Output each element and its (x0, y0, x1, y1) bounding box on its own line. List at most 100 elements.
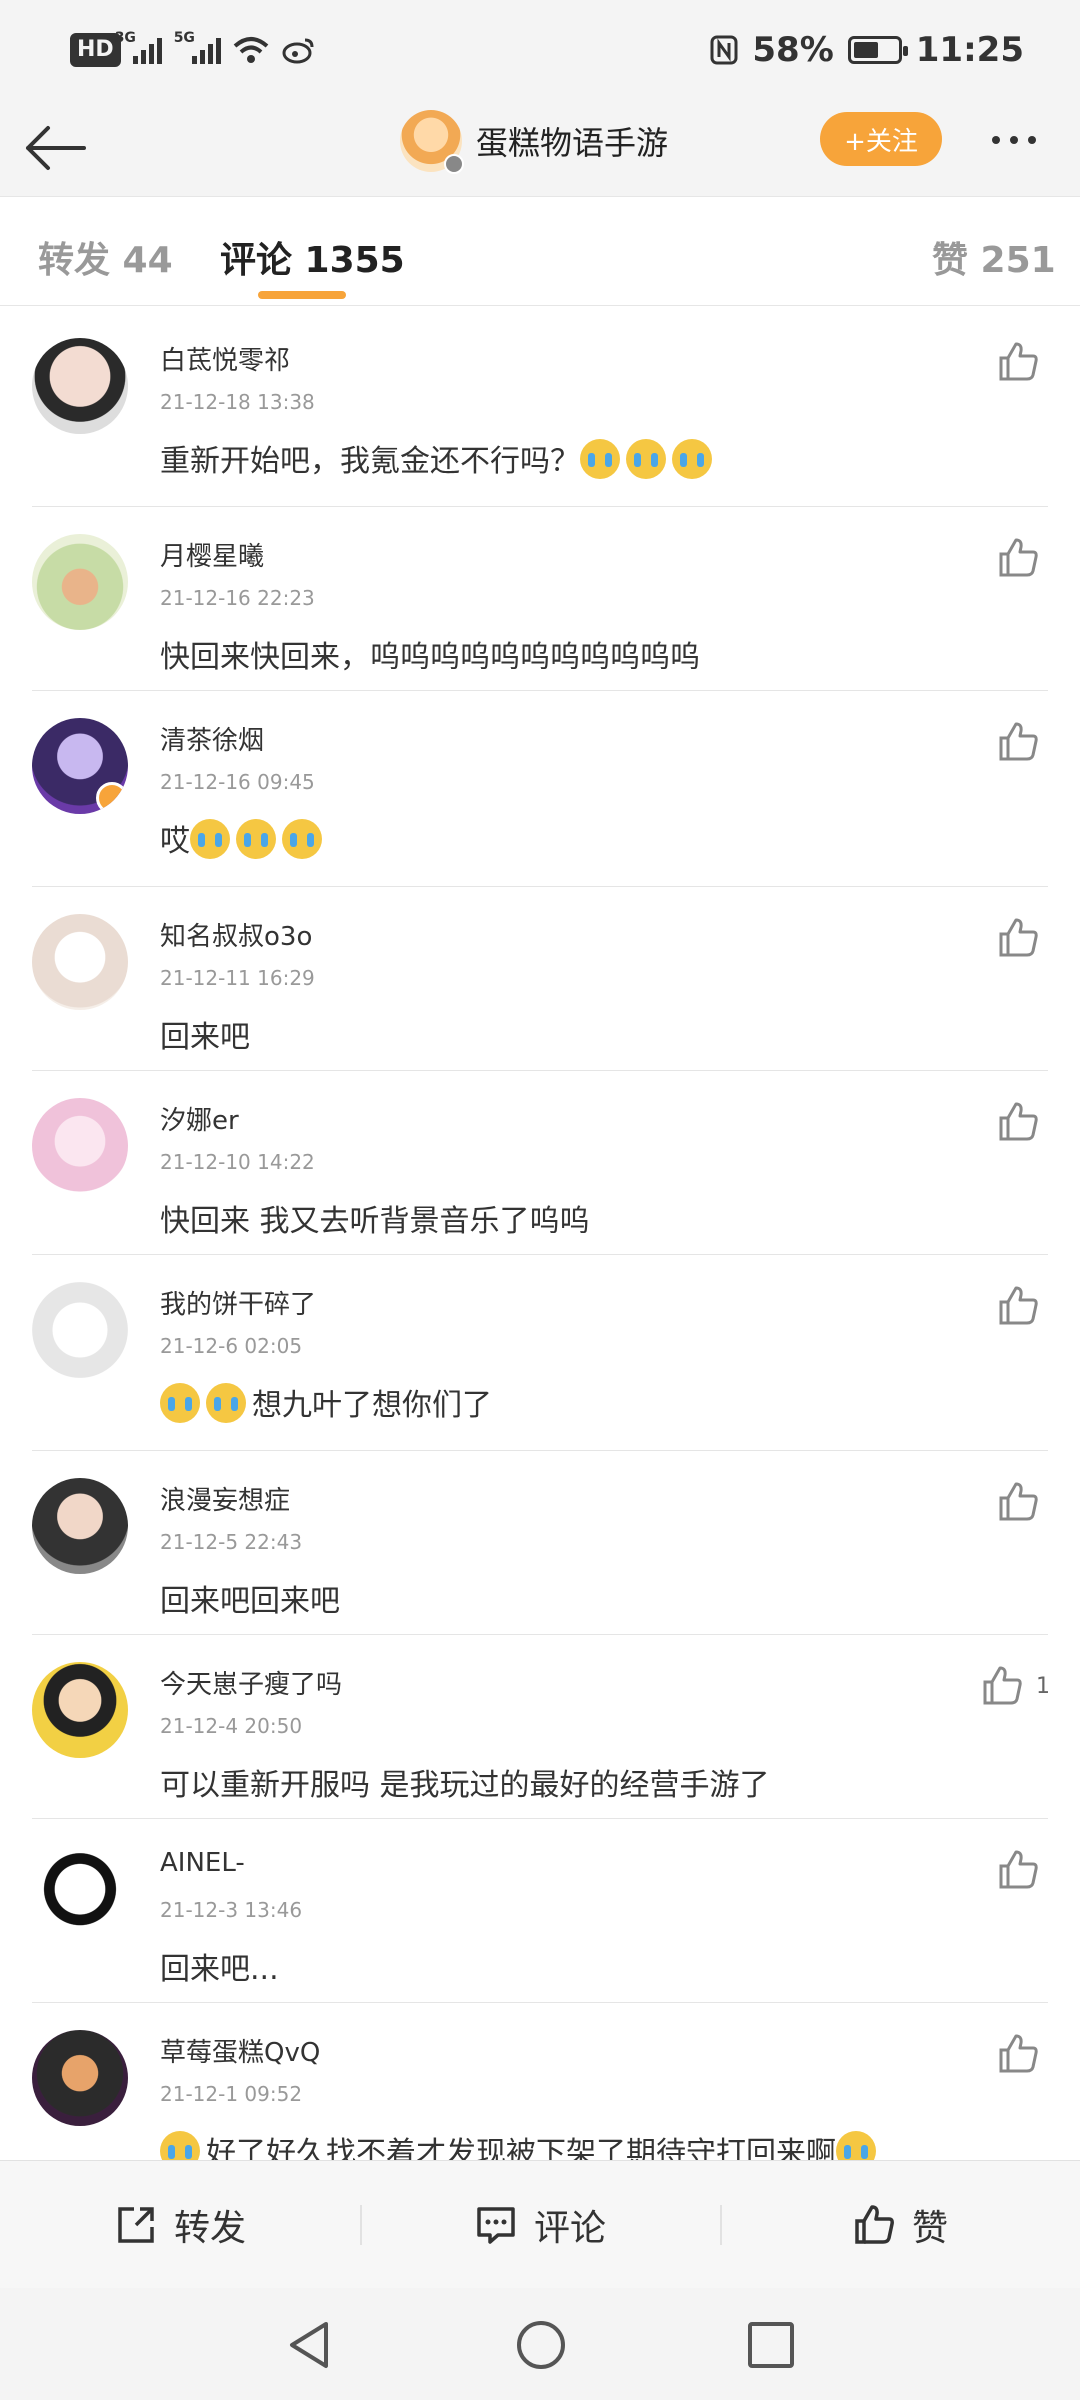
repost-label: 转发 (173, 2207, 246, 2249)
thumbs-up-icon[interactable] (996, 340, 1040, 384)
avatar[interactable] (32, 1282, 128, 1378)
comment-text: 重新开始吧，我氪金还不行吗？ (160, 436, 718, 480)
comment-username[interactable]: 草莓蛋糕QvQ (160, 2032, 320, 2069)
comment-username[interactable]: AINEL- (160, 1848, 245, 1878)
crying-emoji-icon (580, 439, 620, 479)
thumbs-up-icon[interactable] (996, 536, 1040, 580)
status-bar: HD 3G 5G 58% 11:25 (0, 0, 1080, 100)
account-header[interactable]: 蛋糕物语手游 (400, 110, 668, 174)
comment-body: 想九叶了想你们了 (252, 1388, 492, 1423)
comment-body: 好了好久找不着才发现被下架了期待守打回来啊 (206, 2136, 836, 2160)
system-home-icon[interactable] (514, 2318, 568, 2372)
system-nav-bar (0, 2288, 1080, 2400)
battery-icon (847, 36, 908, 64)
follow-button[interactable]: +关注 (820, 112, 942, 166)
avatar[interactable] (32, 338, 128, 434)
hd-icon: HD (70, 33, 121, 67)
top-nav: 蛋糕物语手游 +关注 (0, 100, 1080, 196)
comment-body: 回来吧... (160, 1952, 279, 1987)
comment-username[interactable]: 清茶徐烟 (160, 720, 264, 757)
comment-username[interactable]: 我的饼干碎了 (160, 1284, 316, 1321)
comment-username[interactable]: 汐娜er (160, 1100, 239, 1137)
account-name[interactable]: 蛋糕物语手游 (476, 118, 668, 164)
thumbs-up-icon[interactable] (996, 720, 1040, 764)
system-recents-icon[interactable] (744, 2318, 798, 2372)
comment-text: 回来吧 (160, 1012, 250, 1056)
crying-emoji-icon (236, 819, 276, 859)
comment-username[interactable]: 白茋悦零祁 (160, 340, 290, 377)
comment-item[interactable]: 浪漫妄想症 21-12-5 22:43 回来吧回来吧 (0, 1450, 1080, 1635)
avatar[interactable] (32, 1478, 128, 1574)
comment-timestamp: 21-12-18 13:38 (160, 390, 315, 414)
account-avatar[interactable] (400, 110, 464, 174)
crying-emoji-icon (160, 2131, 200, 2160)
comment-item[interactable]: 知名叔叔o3o 21-12-11 16:29 回来吧 (0, 886, 1080, 1071)
comment-text: 可以重新开服吗 是我玩过的最好的经营手游了 (160, 1760, 770, 1804)
comment-timestamp: 21-12-6 02:05 (160, 1334, 303, 1358)
comment-item[interactable]: 我的饼干碎了 21-12-6 02:05 想九叶了想你们了 (0, 1254, 1080, 1451)
thumbs-up-icon[interactable] (996, 916, 1040, 960)
comment-timestamp: 21-12-3 13:46 (160, 1898, 303, 1922)
sim1-label: 3G (114, 30, 136, 46)
comment-item[interactable]: 白茋悦零祁 21-12-18 13:38 重新开始吧，我氪金还不行吗？ (0, 310, 1080, 507)
comment-item[interactable]: AINEL- 21-12-3 13:46 回来吧... (0, 1818, 1080, 2003)
repost-button[interactable]: 转发 (0, 2161, 360, 2288)
comment-item[interactable]: 月樱星曦 21-12-16 22:23 快回来快回来，呜呜呜呜呜呜呜呜呜呜呜 (0, 506, 1080, 691)
comment-item[interactable]: 草莓蛋糕QvQ 21-12-1 09:52 好了好久找不着才发现被下架了期待守打回来… (0, 2002, 1080, 2160)
comment-list: 白茋悦零祁 21-12-18 13:38 重新开始吧，我氪金还不行吗？ 月樱星曦 21-… (0, 310, 1080, 2160)
comment-item[interactable]: 清茶徐烟 21-12-16 09:45 哎 (0, 690, 1080, 887)
weibo-icon (282, 38, 314, 64)
comment-text: 好了好久找不着才发现被下架了期待守打回来啊 (160, 2128, 882, 2160)
comment-text: 回来吧回来吧 (160, 1576, 340, 1620)
wifi-icon (233, 37, 269, 63)
avatar[interactable] (32, 1662, 128, 1758)
avatar[interactable] (32, 534, 128, 630)
crying-emoji-icon (626, 439, 666, 479)
verified-badge-icon (96, 782, 128, 814)
thumbs-up-icon[interactable] (996, 2032, 1040, 2076)
thumbs-up-icon (855, 2204, 894, 2244)
comment-timestamp: 21-12-16 09:45 (160, 770, 315, 794)
share-icon (118, 2206, 154, 2243)
avatar[interactable] (32, 2030, 128, 2126)
avatar[interactable] (32, 718, 128, 814)
comment-item[interactable]: 汐娜er 21-12-10 14:22 快回来 我又去听背景音乐了呜呜 (0, 1070, 1080, 1255)
comment-timestamp: 21-12-10 14:22 (160, 1150, 315, 1174)
avatar[interactable] (32, 1098, 128, 1194)
system-back-icon[interactable] (282, 2318, 336, 2372)
avatar[interactable] (32, 1846, 128, 1942)
comment-timestamp: 21-12-11 16:29 (160, 966, 315, 990)
avatar[interactable] (32, 914, 128, 1010)
comment-body: 哎 (160, 824, 190, 859)
tab-repost[interactable]: 转发 44 (38, 231, 173, 283)
thumbs-up-icon[interactable] (996, 1480, 1040, 1524)
thumbs-up-icon[interactable] (996, 1100, 1040, 1144)
tab-likes[interactable]: 赞 251 (932, 231, 1056, 283)
comment-text: 想九叶了想你们了 (160, 1380, 492, 1424)
crying-emoji-icon (160, 1383, 200, 1423)
detail-tabs: 转发 44 评论 1355 赞 251 (0, 196, 1080, 306)
clock: 11:25 (915, 30, 1024, 70)
comment-text: 哎 (160, 816, 328, 860)
comment-username[interactable]: 今天崽子瘦了吗 (160, 1664, 342, 1701)
comment-username[interactable]: 月樱星曦 (160, 536, 264, 573)
comment-item[interactable]: 今天崽子瘦了吗 21-12-4 20:50 可以重新开服吗 是我玩过的最好的经营手游… (0, 1634, 1080, 1819)
like-button[interactable]: 赞 (720, 2161, 1080, 2288)
nfc-icon (710, 35, 738, 65)
comment-button[interactable]: 评论 (360, 2161, 720, 2288)
crying-emoji-icon (672, 439, 712, 479)
thumbs-up-icon[interactable] (996, 1848, 1040, 1892)
thumbs-up-icon[interactable] (996, 1284, 1040, 1328)
comment-body: 可以重新开服吗 是我玩过的最好的经营手游了 (160, 1768, 770, 1803)
thumbs-up-icon[interactable] (980, 1664, 1024, 1708)
like-label: 赞 (911, 2207, 948, 2249)
comment-text: 回来吧... (160, 1944, 279, 1988)
back-arrow-icon[interactable] (22, 122, 88, 174)
tab-comment[interactable]: 评论 1355 (220, 231, 405, 283)
comment-username[interactable]: 浪漫妄想症 (160, 1480, 290, 1517)
crying-emoji-icon (836, 2131, 876, 2160)
comment-username[interactable]: 知名叔叔o3o (160, 916, 312, 953)
action-bar: 转发 评论 赞 (0, 2160, 1080, 2288)
more-options-icon[interactable] (992, 136, 1036, 144)
comment-body: 回来吧回来吧 (160, 1584, 340, 1619)
